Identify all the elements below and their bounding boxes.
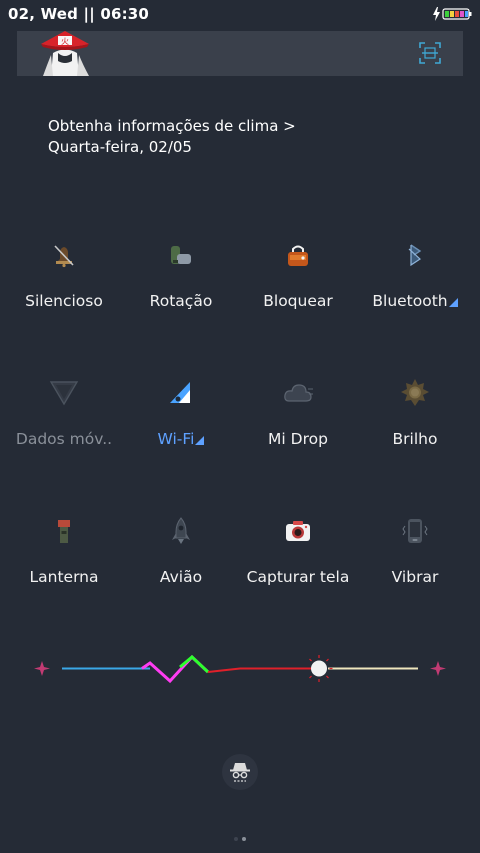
mi-drop-cloud-icon bbox=[283, 378, 313, 408]
avatar[interactable]: 火 bbox=[39, 31, 91, 76]
tile-label: Capturar tela bbox=[246, 568, 350, 586]
expand-corner-icon bbox=[448, 298, 458, 307]
charging-bolt-icon bbox=[433, 7, 440, 21]
brightness-slider[interactable] bbox=[30, 650, 450, 690]
incognito-button[interactable] bbox=[222, 754, 258, 790]
tile-wifi[interactable]: Wi-Fi bbox=[123, 378, 239, 468]
tile-label: Wi-Fi bbox=[123, 430, 239, 448]
bluetooth-icon bbox=[400, 240, 430, 270]
page-dot bbox=[234, 837, 238, 841]
weather-info-link[interactable]: Obtenha informações de clima > bbox=[48, 116, 296, 137]
weather-widget[interactable]: Obtenha informações de clima > Quarta-fe… bbox=[48, 116, 296, 158]
status-time: 02, Wed || 06:30 bbox=[8, 5, 150, 23]
tile-label: Bluetooth bbox=[357, 292, 473, 310]
brightness-low-star-icon bbox=[34, 661, 50, 676]
vibrate-phone-icon bbox=[400, 516, 430, 546]
mobile-data-icon bbox=[49, 378, 79, 408]
status-bar: 02, Wed || 06:30 bbox=[0, 0, 480, 28]
tile-label: Brilho bbox=[392, 430, 438, 448]
wifi-label-text: Wi-Fi bbox=[157, 430, 195, 448]
scan-qr-icon[interactable] bbox=[419, 42, 441, 64]
status-icons bbox=[432, 6, 472, 22]
tile-bluetooth[interactable]: Bluetooth bbox=[357, 240, 473, 330]
tile-label: Lanterna bbox=[29, 568, 99, 586]
tile-screenshot[interactable]: Capturar tela bbox=[240, 516, 356, 606]
battery-icon bbox=[442, 8, 472, 20]
silent-bell-icon bbox=[49, 240, 79, 270]
tile-lock[interactable]: Bloquear bbox=[240, 240, 356, 330]
date-text: Quarta-feira, 02/05 bbox=[48, 138, 192, 156]
page-dot-active bbox=[242, 837, 246, 841]
expand-corner-icon bbox=[195, 436, 205, 445]
tile-label: Rotação bbox=[149, 292, 213, 310]
brightness-sun-icon bbox=[400, 378, 430, 408]
tile-label: Vibrar bbox=[391, 568, 439, 586]
tile-vibrate[interactable]: Vibrar bbox=[357, 516, 473, 606]
wifi-icon bbox=[166, 378, 196, 408]
tile-flashlight[interactable]: Lanterna bbox=[6, 516, 122, 606]
tile-label: Silencioso bbox=[25, 292, 103, 310]
airplane-rocket-icon bbox=[166, 516, 196, 546]
tile-mobile-data[interactable]: Dados móv.. bbox=[6, 378, 122, 468]
tile-label: Avião bbox=[159, 568, 203, 586]
svg-text:火: 火 bbox=[61, 37, 69, 46]
tile-silent[interactable]: Silencioso bbox=[6, 240, 122, 330]
lock-icon bbox=[283, 240, 313, 270]
tile-airplane[interactable]: Avião bbox=[123, 516, 239, 606]
tile-rotation[interactable]: Rotação bbox=[123, 240, 239, 330]
header-card: 火 bbox=[17, 31, 463, 76]
tile-mi-drop[interactable]: Mi Drop bbox=[240, 378, 356, 468]
tile-label: Bloquear bbox=[263, 292, 333, 310]
tile-label: Dados móv.. bbox=[15, 430, 113, 448]
bluetooth-label-text: Bluetooth bbox=[372, 292, 448, 310]
rotation-lock-icon bbox=[166, 240, 196, 270]
brightness-high-star-icon bbox=[430, 661, 446, 676]
page-indicator bbox=[0, 826, 480, 841]
tile-brightness[interactable]: Brilho bbox=[357, 378, 473, 468]
screenshot-camera-icon bbox=[283, 516, 313, 546]
incognito-icon bbox=[230, 763, 250, 782]
flashlight-icon bbox=[49, 516, 79, 546]
tile-label: Mi Drop bbox=[268, 430, 328, 448]
